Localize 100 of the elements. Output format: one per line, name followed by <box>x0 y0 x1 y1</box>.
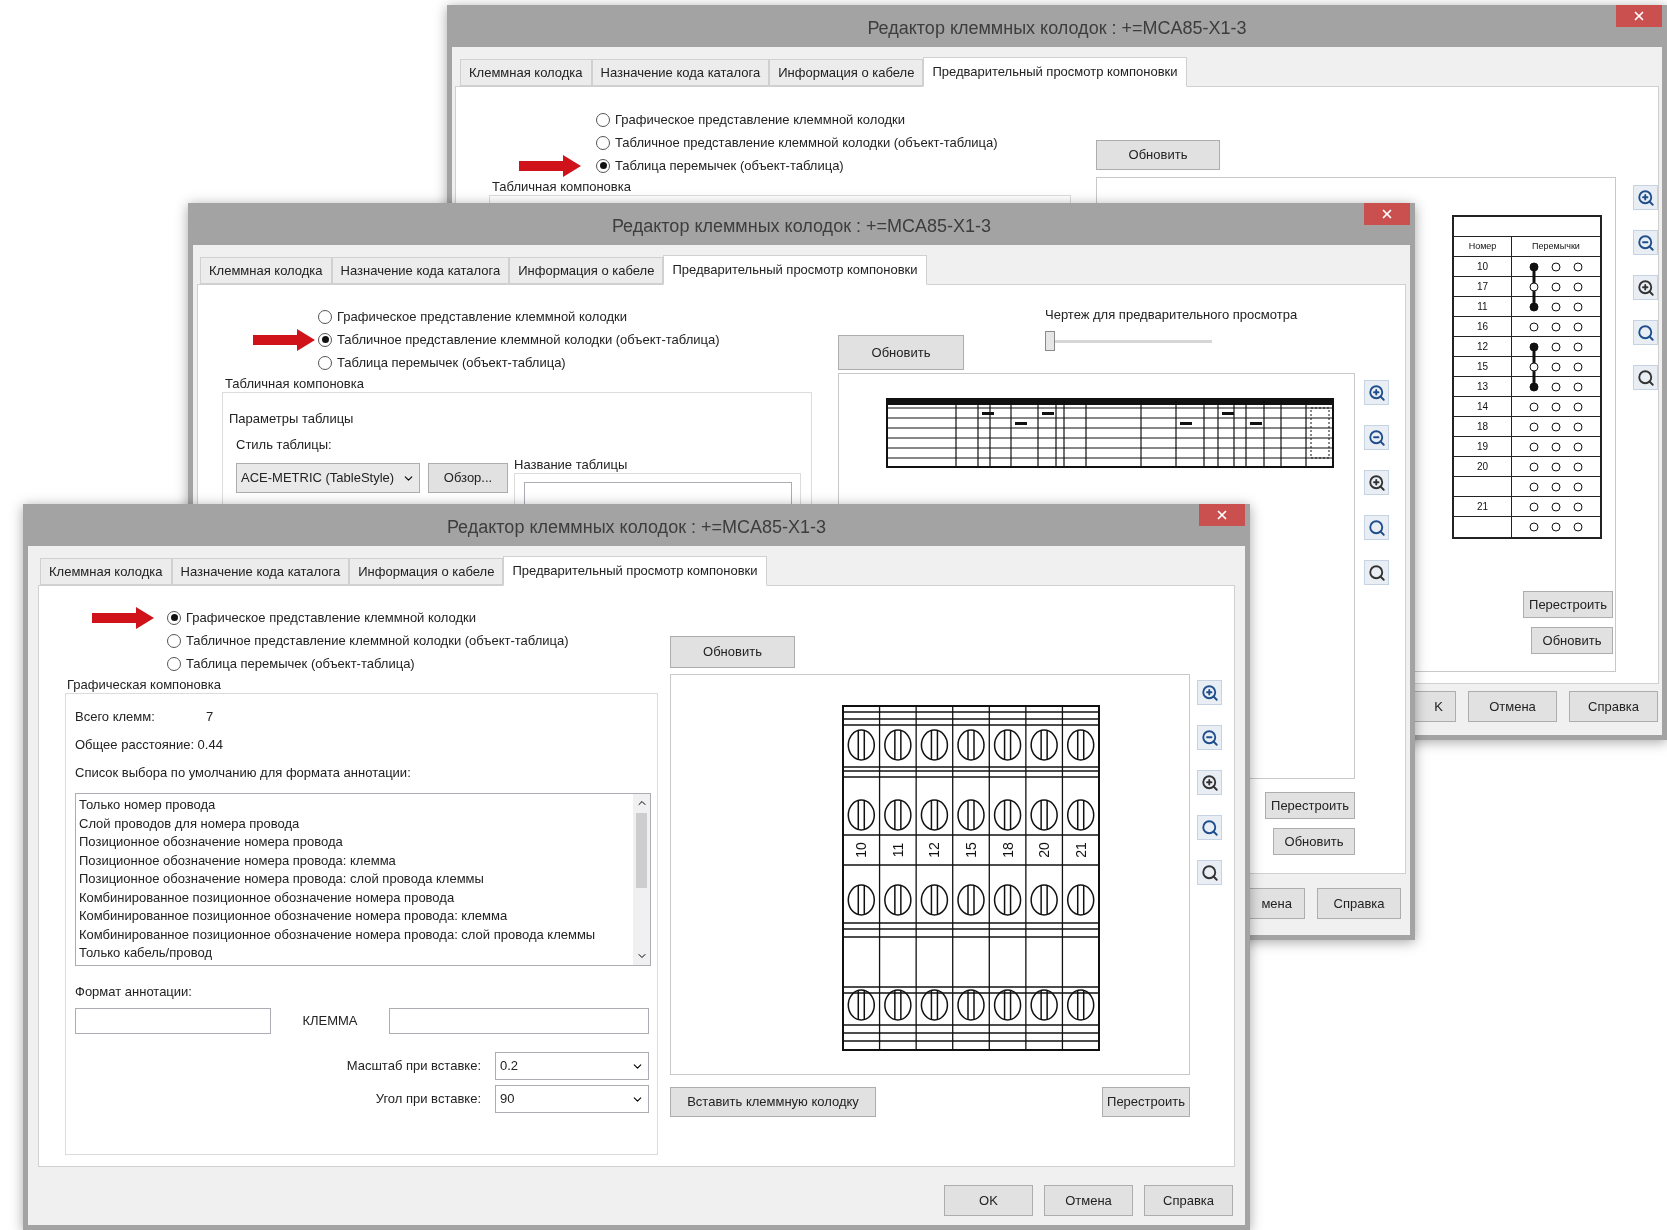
tab[interactable]: Клеммная колодка <box>460 59 592 86</box>
list-item[interactable]: Позиционное обозначение номера провода <box>79 833 633 852</box>
option-label[interactable]: Графическое представление клеммной колодки <box>337 306 627 327</box>
zoom-in-icon <box>1636 278 1655 297</box>
radio-button[interactable] <box>318 332 332 347</box>
tab[interactable]: Предварительный просмотр компоновки <box>923 57 1187 87</box>
refresh-button[interactable]: Обновить <box>1096 140 1220 170</box>
option-label[interactable]: Табличное представление клеммной колодки (объект-таблица) <box>615 132 998 153</box>
zoom-button[interactable] <box>1364 470 1389 495</box>
group-label: Табличная компоновка <box>491 178 632 195</box>
table-cell-text: 20 <box>1476 460 1489 474</box>
radio-button[interactable] <box>596 112 610 127</box>
option-label[interactable]: Графическое представление клеммной колодки <box>186 607 476 628</box>
refresh-button[interactable]: Обновить <box>838 335 964 370</box>
scale-dropdown[interactable]: 0.2 <box>495 1052 649 1080</box>
style-dropdown[interactable]: ACE-METRIC (TableStyle) <box>236 463 420 493</box>
tab[interactable]: Информация о кабеле <box>769 59 924 86</box>
zoom-button[interactable] <box>1197 860 1222 885</box>
radio-button[interactable] <box>167 610 181 625</box>
refresh-button[interactable]: Обновить <box>1273 828 1355 855</box>
window-title: Редактор клеммных колодок : +=MCA85-X1-3 <box>446 516 827 539</box>
dialog-button[interactable]: Справка <box>1569 691 1658 722</box>
tab[interactable]: Предварительный просмотр компоновки <box>503 556 767 586</box>
table-cell-text: 19 <box>1476 440 1489 454</box>
zoom-button[interactable] <box>1633 320 1658 345</box>
zoom-button[interactable] <box>1633 365 1658 390</box>
tab[interactable]: Клеммная колодка <box>200 257 332 284</box>
zoom-button[interactable] <box>1633 275 1658 300</box>
table-cell-text: 21 <box>1476 500 1489 514</box>
tab[interactable]: Предварительный просмотр компоновки <box>663 255 927 285</box>
radio-button[interactable] <box>318 355 332 370</box>
option-label[interactable]: Табличное представление клеммной колодки (объект-таблица) <box>186 630 569 651</box>
zoom-button[interactable] <box>1364 425 1389 450</box>
zoom-button[interactable] <box>1633 230 1658 255</box>
list-item[interactable]: Слой проводов для номера провода <box>79 814 633 833</box>
rebuild-button[interactable]: Перестроить <box>1265 792 1355 819</box>
zoom-button[interactable] <box>1633 185 1658 210</box>
window-title: Редактор клеммных колодок : +=MCA85-X1-3 <box>611 215 992 238</box>
insert-button[interactable]: Вставить клеммную колодку <box>670 1087 876 1117</box>
dialog-button[interactable]: Отмена <box>1044 1185 1133 1216</box>
field-label: Формат аннотации: <box>75 983 193 1000</box>
option-label[interactable]: Таблица перемычек (объект-таблица) <box>337 352 566 373</box>
angle-dropdown[interactable]: 90 <box>495 1085 649 1113</box>
rebuild-button[interactable]: Перестроить <box>1102 1087 1190 1117</box>
list-item[interactable]: Позиционное обозначение номера провода: клемма <box>79 851 633 870</box>
tab[interactable]: Информация о кабеле <box>349 558 504 585</box>
list-item[interactable]: Комбинированное позиционное обозначение номера провода: клемма <box>79 907 633 926</box>
table-cell-text: 18 <box>1476 420 1489 434</box>
dialog-button[interactable]: Справка <box>1144 1185 1233 1216</box>
group-label: Название таблицы <box>514 456 629 473</box>
zoom-button[interactable] <box>1364 515 1389 540</box>
scrollbar[interactable] <box>633 794 650 965</box>
terminal-label: 18 <box>999 842 1016 858</box>
info-text: Общее расстояние: 0.44 <box>75 736 224 754</box>
option-label[interactable]: Табличное представление клеммной колодки (объект-таблица) <box>337 329 720 350</box>
refresh-button[interactable]: Обновить <box>1531 627 1613 654</box>
browse-button[interactable]: Обзор... <box>428 463 508 493</box>
tab[interactable]: Назначение кода каталога <box>331 257 510 284</box>
rebuild-button[interactable]: Перестроить <box>1523 591 1613 618</box>
radio-button[interactable] <box>167 633 181 648</box>
option-label[interactable]: Графическое представление клеммной колодки <box>615 109 905 130</box>
option-label[interactable]: Таблица перемычек (объект-таблица) <box>186 653 415 674</box>
annotation-listbox[interactable] <box>75 793 651 966</box>
option-label[interactable]: Таблица перемычек (объект-таблица) <box>615 155 844 176</box>
dialog-button[interactable]: OK <box>944 1185 1033 1216</box>
list-item[interactable]: Комбинированное позиционное обозначение номера провода <box>79 888 633 907</box>
close-button[interactable] <box>1199 504 1245 526</box>
field-value: 7 <box>206 708 214 727</box>
zoom-button[interactable] <box>1197 725 1222 750</box>
list-item[interactable]: Комбинированное позиционное обозначение номера провода: слой провода клеммы <box>79 925 633 944</box>
tab[interactable]: Клеммная колодка <box>40 558 172 585</box>
zoom-button[interactable] <box>1364 560 1389 585</box>
terminal-label: 20 <box>1036 842 1053 858</box>
radio-button[interactable] <box>596 135 610 150</box>
radio-button[interactable] <box>596 158 610 173</box>
prefix-field[interactable] <box>75 1008 271 1034</box>
magnifier-icon <box>1636 368 1655 387</box>
tab[interactable]: Назначение кода каталога <box>591 59 770 86</box>
scroll-thumb[interactable] <box>636 813 647 888</box>
zoom-button[interactable] <box>1364 380 1389 405</box>
suffix-field[interactable] <box>389 1008 649 1034</box>
radio-button[interactable] <box>318 309 332 324</box>
close-button[interactable] <box>1616 5 1662 27</box>
zoom-in-icon <box>1367 383 1386 402</box>
close-button[interactable] <box>1364 203 1410 225</box>
tab[interactable]: Назначение кода каталога <box>171 558 350 585</box>
zoom-button[interactable] <box>1197 680 1222 705</box>
list-item[interactable]: Позиционное обозначение номера провода: слой провода клеммы <box>79 870 633 889</box>
field-label: Список выбора по умолчанию для формата аннотации: <box>75 764 412 782</box>
list-item[interactable]: Только кабель/провод <box>79 944 633 963</box>
radio-button[interactable] <box>167 656 181 671</box>
column-header: Перемычки <box>1531 239 1581 253</box>
tab[interactable]: Информация о кабеле <box>509 257 664 284</box>
slider-thumb[interactable] <box>1045 331 1055 351</box>
list-item[interactable]: Только номер провода <box>79 796 633 815</box>
zoom-button[interactable] <box>1197 770 1222 795</box>
zoom-button[interactable] <box>1197 815 1222 840</box>
dialog-button[interactable]: Отмена <box>1468 691 1557 722</box>
dialog-button[interactable]: Справка <box>1317 888 1401 919</box>
refresh-button[interactable]: Обновить <box>670 636 795 668</box>
